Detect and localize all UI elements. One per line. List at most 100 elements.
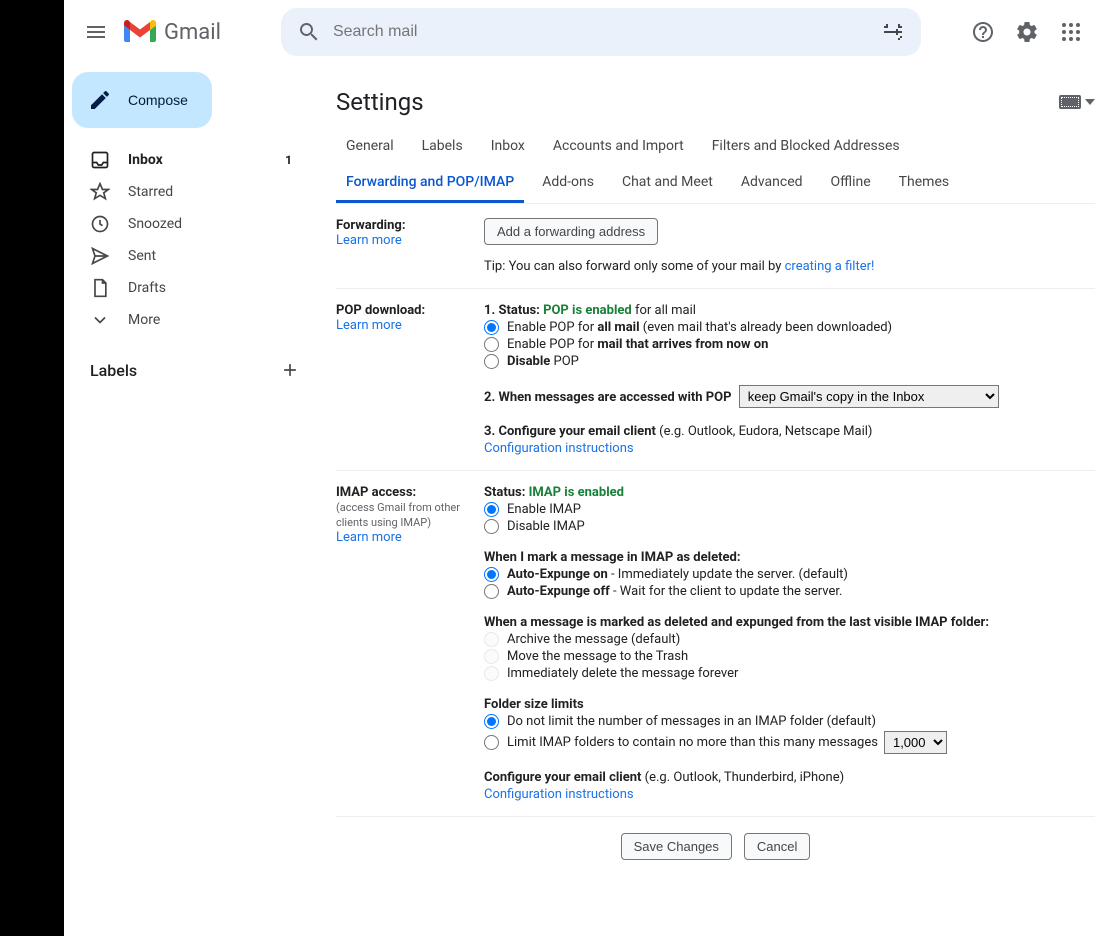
imap-content: Status: IMAP is enabled Enable IMAP Disa… — [484, 485, 1095, 802]
imap-radio-limit[interactable] — [484, 735, 499, 750]
imap-title: IMAP access: — [336, 485, 416, 500]
pop-s3-bold: 3. Configure your email client — [484, 424, 656, 439]
imap-learn-more-link[interactable]: Learn more — [336, 530, 402, 545]
settings-button[interactable] — [1007, 12, 1047, 52]
imap-limit-row: Limit IMAP folders to contain no more th… — [484, 731, 1095, 754]
settings-title: Settings — [336, 88, 424, 116]
imap-radio-enable[interactable] — [484, 502, 499, 517]
nav-label: Snoozed — [128, 216, 292, 232]
forwarding-content: Add a forwarding address Tip: You can al… — [484, 218, 1095, 274]
body: Compose Inbox 1 Starred Snoozed Sent — [64, 64, 1111, 936]
imap-radio-disable-row: Disable IMAP — [484, 519, 1095, 534]
imap-radio-expunge-on-label[interactable]: Auto-Expunge on - Immediately update the… — [507, 567, 848, 582]
header-right — [963, 12, 1103, 52]
imap-expunge-on-row: Auto-Expunge on - Immediately update the… — [484, 567, 1095, 582]
settings-tabs: General Labels Inbox Accounts and Import… — [336, 128, 1095, 204]
gmail-app: Gmail Compose — [64, 0, 1111, 936]
imap-cfg-bold: Configure your email client — [484, 770, 641, 785]
pop-status: POP is enabled — [543, 303, 632, 318]
pop-radio-disable[interactable] — [484, 354, 499, 369]
imap-radio-archive — [484, 632, 499, 647]
nav-label: Sent — [128, 248, 292, 264]
imap-delete-forever-row: Immediately delete the message forever — [484, 666, 1095, 681]
tab-accounts-import[interactable]: Accounts and Import — [543, 128, 694, 164]
pop-radio-disable-label[interactable]: Disable POP — [507, 354, 579, 369]
imap-no-limit-row: Do not limit the number of messages in a… — [484, 714, 1095, 729]
pop-s3-post: (e.g. Outlook, Eudora, Netscape Mail) — [656, 424, 873, 439]
clock-icon — [90, 214, 110, 234]
search-options-button[interactable] — [873, 12, 913, 52]
tab-themes[interactable]: Themes — [889, 164, 959, 203]
tip-text: Tip: You can also forward only some of y… — [484, 259, 785, 274]
tab-chat-meet[interactable]: Chat and Meet — [612, 164, 723, 203]
tab-advanced[interactable]: Advanced — [731, 164, 813, 203]
nav-starred[interactable]: Starred — [64, 176, 304, 208]
tab-addons[interactable]: Add-ons — [532, 164, 604, 203]
pop-learn-more-link[interactable]: Learn more — [336, 318, 402, 333]
add-label-button[interactable] — [280, 360, 300, 380]
star-icon — [90, 182, 110, 202]
tab-filters-blocked[interactable]: Filters and Blocked Addresses — [702, 128, 910, 164]
labels-title: Labels — [90, 361, 137, 380]
imap-radio-no-limit[interactable] — [484, 714, 499, 729]
nav-label: Drafts — [128, 280, 292, 296]
tab-labels[interactable]: Labels — [412, 128, 473, 164]
pop-radio-all-mail[interactable] — [484, 320, 499, 335]
nav-sent[interactable]: Sent — [64, 240, 304, 272]
imap-config-instructions-link[interactable]: Configuration instructions — [484, 787, 634, 802]
apps-button[interactable] — [1051, 12, 1091, 52]
tab-forwarding-pop-imap[interactable]: Forwarding and POP/IMAP — [336, 164, 524, 203]
compose-button[interactable]: Compose — [72, 72, 212, 128]
cancel-button[interactable]: Cancel — [744, 833, 810, 860]
labels-header: Labels — [64, 352, 320, 388]
keyboard-icon — [1059, 95, 1081, 109]
imap-sub: (access Gmail from other clients using I… — [336, 501, 460, 529]
tab-offline[interactable]: Offline — [821, 164, 881, 203]
imap-radio-delete-forever — [484, 666, 499, 681]
support-button[interactable] — [963, 12, 1003, 52]
imap-radio-expunge-on[interactable] — [484, 567, 499, 582]
pop-status-line: 1. Status: POP is enabled for all mail — [484, 303, 1095, 318]
gmail-logo[interactable]: Gmail — [124, 20, 221, 45]
pop-config-instructions-link[interactable]: Configuration instructions — [484, 441, 634, 456]
hamburger-icon — [84, 20, 108, 44]
nav-snoozed[interactable]: Snoozed — [64, 208, 304, 240]
create-filter-link[interactable]: creating a filter! — [785, 259, 875, 274]
input-tools-button[interactable] — [1059, 95, 1095, 109]
pop-radio-now-on-label[interactable]: Enable POP for mail that arrives from no… — [507, 337, 768, 352]
main-menu-button[interactable] — [72, 8, 120, 56]
imap-radio-disable-label[interactable]: Disable IMAP — [507, 519, 585, 534]
forwarding-label: Forwarding: Learn more — [336, 218, 484, 274]
pop-title: POP download: — [336, 303, 425, 318]
imap-radio-no-limit-label[interactable]: Do not limit the number of messages in a… — [507, 714, 876, 729]
gmail-logo-text: Gmail — [164, 20, 221, 45]
settings-header: Settings — [336, 80, 1095, 128]
nav-more[interactable]: More — [64, 304, 304, 336]
nav-drafts[interactable]: Drafts — [64, 272, 304, 304]
imap-radio-enable-row: Enable IMAP — [484, 502, 1095, 517]
imap-radio-disable[interactable] — [484, 519, 499, 534]
imap-radio-archive-label: Archive the message (default) — [507, 632, 680, 647]
pop-action-select[interactable]: keep Gmail's copy in the Inbox — [739, 385, 999, 408]
pop-label: POP download: Learn more — [336, 303, 484, 456]
pop-radio-now-on[interactable] — [484, 337, 499, 352]
add-forwarding-address-button[interactable]: Add a forwarding address — [484, 218, 658, 245]
nav-inbox[interactable]: Inbox 1 — [64, 144, 304, 176]
tab-inbox[interactable]: Inbox — [481, 128, 535, 164]
forwarding-learn-more-link[interactable]: Learn more — [336, 233, 402, 248]
save-changes-button[interactable]: Save Changes — [621, 833, 732, 860]
dropdown-triangle-icon — [1085, 99, 1095, 105]
sidebar: Compose Inbox 1 Starred Snoozed Sent — [64, 64, 320, 936]
search-input[interactable] — [329, 23, 873, 41]
imap-radio-expunge-off[interactable] — [484, 584, 499, 599]
imap-limit-select[interactable]: 1,000 — [884, 731, 947, 754]
pop-configure-heading: 3. Configure your email client (e.g. Out… — [484, 424, 1095, 439]
imap-radio-trash-label: Move the message to the Trash — [507, 649, 688, 664]
imap-radio-expunge-off-label[interactable]: Auto-Expunge off - Wait for the client t… — [507, 584, 842, 599]
imap-expunged-heading: When a message is marked as deleted and … — [484, 615, 1095, 630]
search-button[interactable] — [289, 12, 329, 52]
tab-general[interactable]: General — [336, 128, 404, 164]
pop-radio-all-mail-label[interactable]: Enable POP for all mail (even mail that'… — [507, 320, 892, 335]
imap-radio-enable-label[interactable]: Enable IMAP — [507, 502, 581, 517]
imap-radio-limit-label[interactable]: Limit IMAP folders to contain no more th… — [507, 735, 878, 750]
